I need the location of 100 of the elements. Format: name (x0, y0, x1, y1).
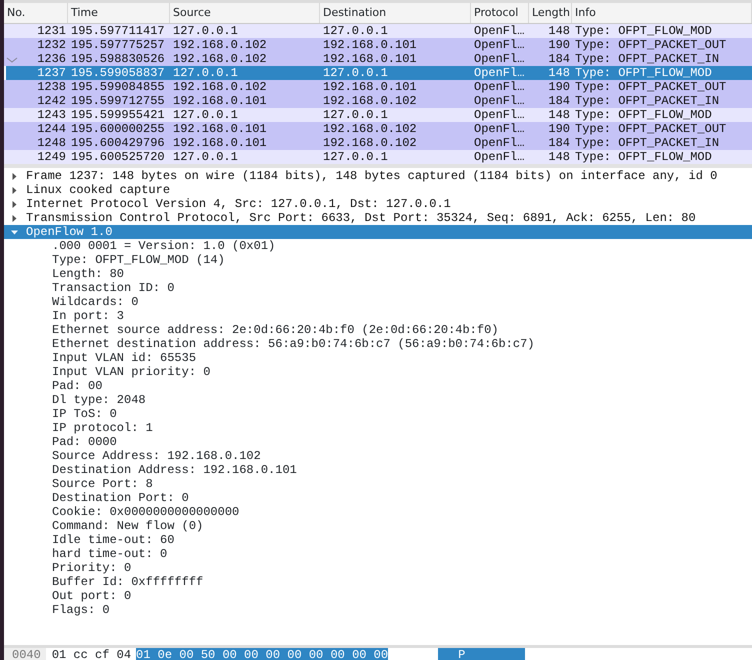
table-cell-text: Type: OFPT_FLOW_MOD (574, 24, 713, 38)
packet-row[interactable]: 1249 195.600525720 127.0.0.1 127.0.0.1 OpenFl… 148 Type: OFPT_FLOW_MOD (4, 150, 752, 164)
table-cell-text: OpenFl… (473, 52, 526, 66)
table-cell-text: 190 (547, 80, 571, 94)
column-header[interactable]: Source (170, 3, 320, 23)
collapse-arrow-icon[interactable] (10, 228, 19, 236)
table-cell-text: 1248 (36, 136, 67, 150)
table-cell-text: 192.168.0.102 (322, 94, 418, 108)
tree-node[interactable]: OpenFlow 1.0 (4, 225, 752, 239)
table-cell-text: 195.600429796 (70, 136, 166, 150)
tree-field[interactable]: Wildcards: 0 (4, 295, 752, 309)
packet-row[interactable]: 1242 195.599712755 192.168.0.101 192.168.0.102 OpenFl… 184 Type: OFPT_PACKET_IN (4, 94, 752, 108)
expand-arrow-icon[interactable] (10, 200, 19, 208)
table-cell-text: 1232 (36, 38, 67, 52)
tree-field[interactable]: .000 0001 = Version: 1.0 (0x01) (4, 239, 752, 253)
table-cell-text: 190 (547, 38, 571, 52)
table-cell-text: 192.168.0.102 (172, 38, 268, 52)
column-header[interactable]: Info (572, 3, 752, 23)
packet-row[interactable]: 1231 195.597711417 127.0.0.1 127.0.0.1 OpenFl… 148 Type: OFPT_FLOW_MOD (4, 24, 752, 38)
table-cell-text: 127.0.0.1 (322, 150, 389, 164)
table-cell-text: OpenFl… (473, 66, 526, 80)
tree-field[interactable]: hard time-out: 0 (4, 547, 752, 561)
table-cell-text: 190 (547, 122, 571, 136)
table-cell-text: 192.168.0.102 (322, 122, 418, 136)
tree-field[interactable]: Length: 80 (4, 267, 752, 281)
table-cell-text: Type: OFPT_FLOW_MOD (574, 150, 713, 164)
byte-offset: 0040 (4, 648, 46, 660)
tree-field[interactable]: Out port: 0 (4, 589, 752, 603)
column-header[interactable]: Destination (320, 3, 471, 23)
table-cell-text: 1243 (36, 108, 67, 122)
table-cell-text: 195.597711417 (70, 24, 166, 38)
tree-field[interactable]: Source Port: 8 (4, 477, 752, 491)
table-cell-text: 127.0.0.1 (322, 66, 389, 80)
tree-field[interactable]: Dl type: 2048 (4, 393, 752, 407)
tree-field[interactable]: Destination Address: 192.168.0.101 (4, 463, 752, 477)
table-cell-text: 127.0.0.1 (172, 24, 239, 38)
table-cell-text: Type: OFPT_PACKET_IN (574, 136, 720, 150)
table-cell-text: 192.168.0.102 (322, 136, 418, 150)
tree-field[interactable]: Type: OFPT_FLOW_MOD (14) (4, 253, 752, 267)
ascii-bytes[interactable]: P (438, 648, 526, 660)
table-cell-text: 1244 (36, 122, 67, 136)
table-cell-text: 195.599955421 (70, 108, 166, 122)
tree-field[interactable]: IP protocol: 1 (4, 421, 752, 435)
column-header[interactable]: No. (4, 3, 68, 23)
column-header[interactable]: Length (529, 3, 572, 23)
tree-field[interactable]: Source Address: 192.168.0.102 (4, 449, 752, 463)
packet-row[interactable]: 1238 195.599084855 192.168.0.102 192.168.0.101 OpenFl… 190 Type: OFPT_PACKET_OUT (4, 80, 752, 94)
table-cell-text: 1238 (36, 80, 67, 94)
packet-row[interactable]: 1248 195.600429796 192.168.0.101 192.168.0.102 OpenFl… 184 Type: OFPT_PACKET_IN (4, 136, 752, 150)
packet-row[interactable]: 1237 195.599058837 127.0.0.1 127.0.0.1 OpenFl… 148 Type: OFPT_FLOW_MOD (4, 66, 752, 80)
tree-field[interactable]: Destination Port: 0 (4, 491, 752, 505)
hex-bytes[interactable]: 01 0e 00 50 00 00 00 00 00 00 00 00 (136, 648, 388, 660)
table-cell-text: 148 (547, 108, 571, 122)
table-cell-text: 192.168.0.101 (172, 94, 268, 108)
table-cell-text: OpenFl… (473, 108, 526, 122)
tree-field[interactable]: In port: 3 (4, 309, 752, 323)
tree-field[interactable]: Input VLAN priority: 0 (4, 365, 752, 379)
packet-row[interactable]: 1236 195.598830526 192.168.0.102 192.168.0.101 OpenFl… 184 Type: OFPT_PACKET_IN (4, 52, 752, 66)
table-cell-text: 195.599084855 (70, 80, 166, 94)
column-header[interactable]: Protocol (471, 3, 529, 23)
table-cell-text: 192.168.0.101 (172, 136, 268, 150)
column-header[interactable]: Time (68, 3, 170, 23)
packet-row[interactable]: 1232 195.597775257 192.168.0.102 192.168.0.101 OpenFl… 190 Type: OFPT_PACKET_OUT (4, 38, 752, 52)
table-cell-text: 192.168.0.101 (172, 122, 268, 136)
tree-node[interactable]: Linux cooked capture (4, 183, 752, 197)
table-cell-text: OpenFl… (473, 24, 526, 38)
expand-arrow-icon[interactable] (10, 172, 19, 180)
expand-arrow-icon[interactable] (10, 186, 19, 194)
tree-field[interactable]: Input VLAN id: 65535 (4, 351, 752, 365)
tree-field[interactable]: Ethernet destination address: 56:a9:b0:74:6b:c7 (56:a9:b0:74:6b:c7) (4, 337, 752, 351)
tree-field[interactable]: Pad: 00 (4, 379, 752, 393)
tree-field[interactable]: Cookie: 0x0000000000000000 (4, 505, 752, 519)
tree-field[interactable]: Transaction ID: 0 (4, 281, 752, 295)
tree-field[interactable]: IP ToS: 0 (4, 407, 752, 421)
tree-field[interactable]: Buffer Id: 0xffffffff (4, 575, 752, 589)
tree-field[interactable]: Idle time-out: 60 (4, 533, 752, 547)
table-cell-text: Type: OFPT_PACKET_OUT (574, 80, 728, 94)
expand-arrow-icon[interactable] (10, 214, 19, 222)
table-cell-text: 192.168.0.101 (322, 38, 418, 52)
table-cell-text: Type: OFPT_PACKET_IN (574, 94, 720, 108)
tree-field[interactable]: Command: New flow (0) (4, 519, 752, 533)
table-cell-text: OpenFl… (473, 38, 526, 52)
table-cell-text: 127.0.0.1 (322, 24, 389, 38)
packet-row[interactable]: 1243 195.599955421 127.0.0.1 127.0.0.1 OpenFl… 148 Type: OFPT_FLOW_MOD (4, 108, 752, 122)
table-cell-text: 127.0.0.1 (172, 150, 239, 164)
tree-field[interactable]: Pad: 0000 (4, 435, 752, 449)
table-cell-text: 195.597775257 (70, 38, 166, 52)
tree-node[interactable]: Transmission Control Protocol, Src Port: 6633, Dst Port: 35324, Seq: 6891, Ack: 6255, Len: 80 (4, 211, 752, 225)
table-cell-text: 127.0.0.1 (172, 108, 239, 122)
tree-node[interactable]: Internet Protocol Version 4, Src: 127.0.0.1, Dst: 127.0.0.1 (4, 197, 752, 211)
table-cell-text: 192.168.0.102 (172, 80, 268, 94)
table-cell-text: 195.600000255 (70, 122, 166, 136)
table-cell-text: Type: OFPT_PACKET_IN (574, 52, 720, 66)
tree-field[interactable]: Priority: 0 (4, 561, 752, 575)
table-cell-text: OpenFl… (473, 94, 526, 108)
packet-row[interactable]: 1244 195.600000255 192.168.0.101 192.168.0.102 OpenFl… 190 Type: OFPT_PACKET_OUT (4, 122, 752, 136)
tree-field[interactable]: Ethernet source address: 2e:0d:66:20:4b:f0 (2e:0d:66:20:4b:f0) (4, 323, 752, 337)
tree-field[interactable]: Flags: 0 (4, 603, 752, 617)
table-cell-text: 1231 (36, 24, 67, 38)
tree-node[interactable]: Frame 1237: 148 bytes on wire (1184 bits), 148 bytes captured (1184 bits) on interface any, id 0 (4, 169, 752, 183)
